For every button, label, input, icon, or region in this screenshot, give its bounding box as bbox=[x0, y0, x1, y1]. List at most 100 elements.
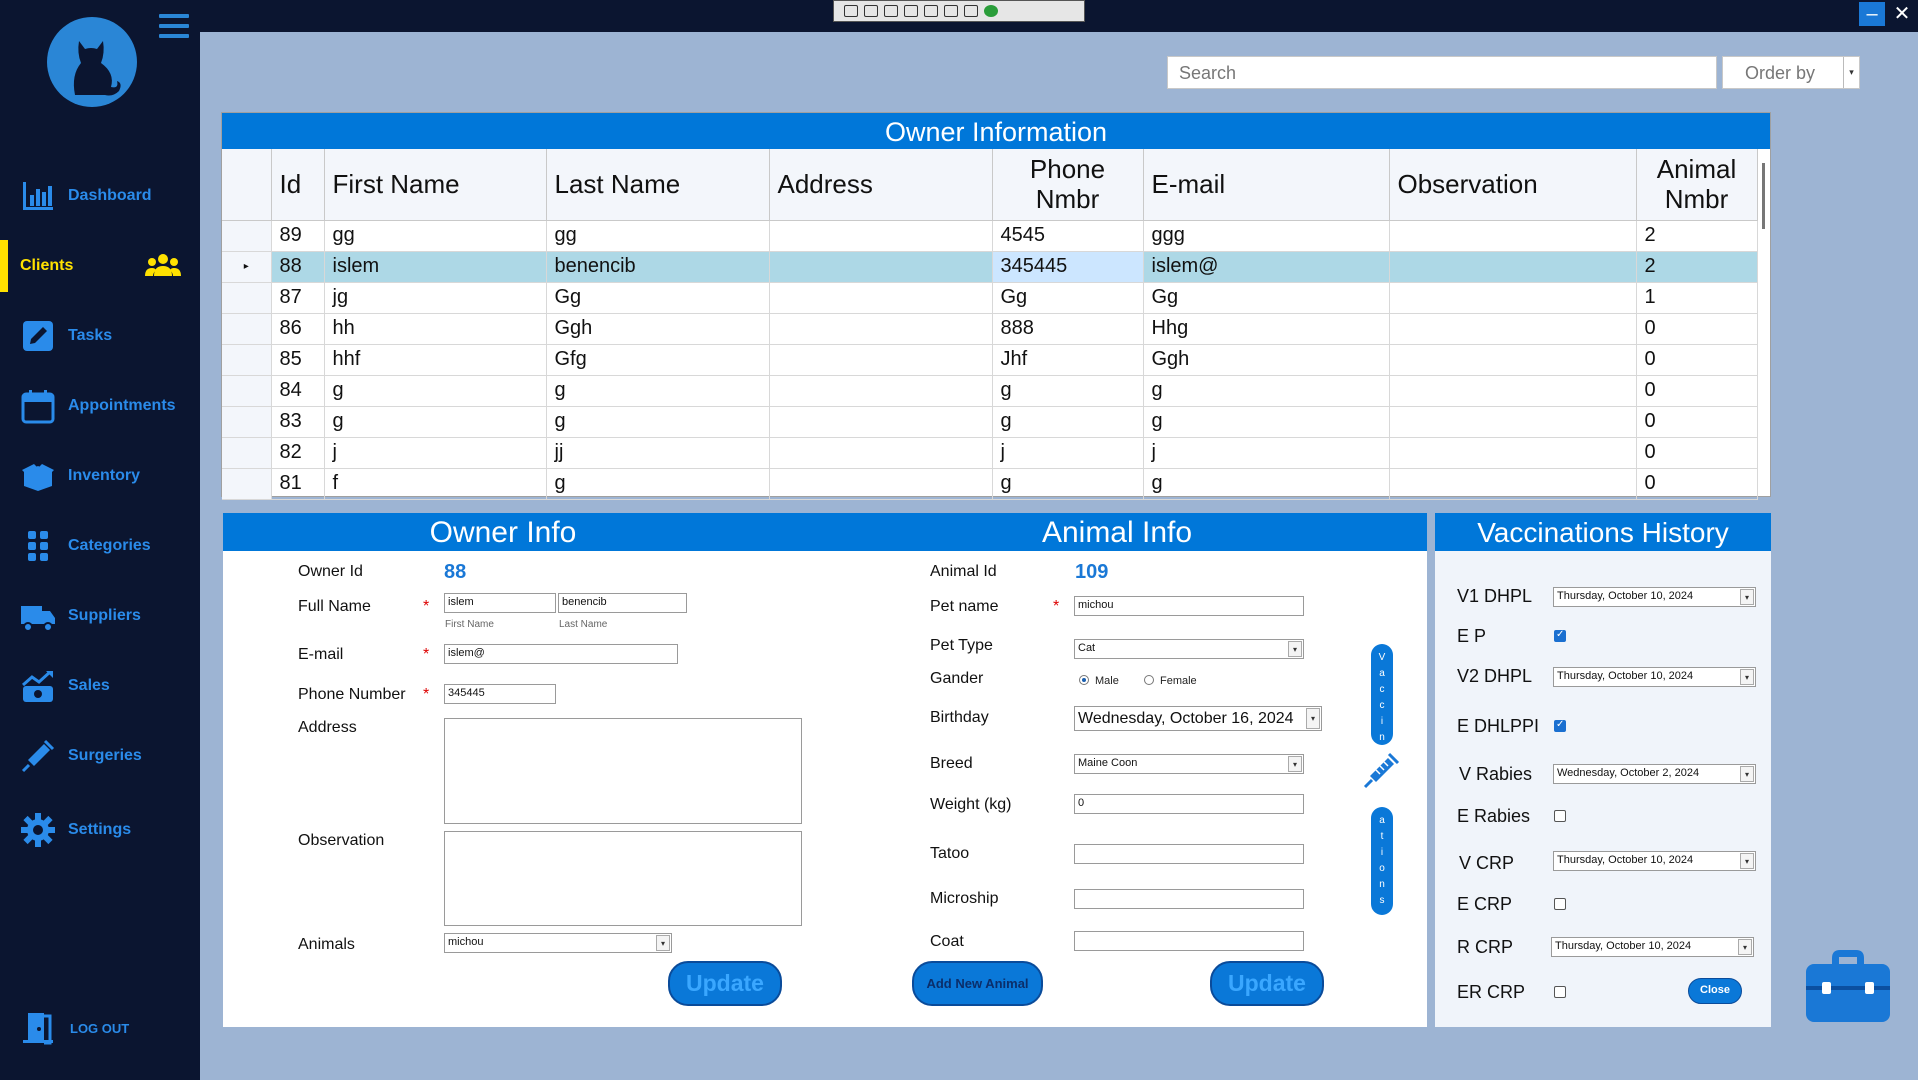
table-scrollbar[interactable] bbox=[1762, 163, 1765, 229]
table-row[interactable]: 89 gg gg 4545 ggg 2 bbox=[222, 220, 1758, 252]
column-header[interactable]: First Name bbox=[324, 149, 547, 221]
table-cell[interactable]: gg bbox=[324, 220, 547, 252]
table-cell[interactable]: islem@ bbox=[1143, 251, 1390, 283]
table-cell[interactable]: g bbox=[992, 468, 1144, 500]
table-cell[interactable]: Gg bbox=[546, 282, 770, 314]
table-row[interactable]: 86 hh Ggh 888 Hhg 0 bbox=[222, 313, 1758, 345]
sidebar-item-inventory[interactable]: Inventory bbox=[0, 450, 200, 502]
check-icon[interactable] bbox=[984, 5, 998, 17]
row-header[interactable] bbox=[222, 344, 272, 376]
minimize-button[interactable]: – bbox=[1859, 2, 1885, 26]
table-cell[interactable]: jg bbox=[324, 282, 547, 314]
table-row[interactable]: 81 f g g g 0 bbox=[222, 468, 1758, 500]
column-header[interactable]: Id bbox=[271, 149, 325, 221]
chevron-down-icon[interactable]: ▾ bbox=[1740, 766, 1754, 782]
animal-update-button[interactable]: Update bbox=[1210, 961, 1324, 1006]
sidebar-item-suppliers[interactable]: Suppliers bbox=[0, 590, 200, 642]
table-row[interactable]: ▸ 88 islem benencib 345445 islem@ 2 bbox=[222, 251, 1758, 283]
table-row[interactable]: 83 g g g g 0 bbox=[222, 406, 1758, 438]
table-cell[interactable]: 88 bbox=[271, 251, 325, 283]
table-cell[interactable]: Gg bbox=[992, 282, 1144, 314]
table-cell[interactable]: g bbox=[324, 375, 547, 407]
table-row[interactable]: 85 hhf Gfg Jhf Ggh 0 bbox=[222, 344, 1758, 376]
row-header[interactable] bbox=[222, 313, 272, 345]
toolbar-icon[interactable] bbox=[964, 5, 978, 17]
email-input[interactable]: islem@ bbox=[444, 644, 678, 664]
table-cell[interactable] bbox=[769, 313, 993, 345]
sidebar-item-tasks[interactable]: Tasks bbox=[0, 310, 200, 362]
table-cell[interactable] bbox=[1389, 437, 1637, 469]
table-cell[interactable]: jj bbox=[546, 437, 770, 469]
table-cell[interactable]: g bbox=[546, 375, 770, 407]
toolbar-icon[interactable] bbox=[904, 5, 918, 17]
table-cell[interactable]: Gfg bbox=[546, 344, 770, 376]
column-header[interactable]: Phone Nmbr bbox=[992, 149, 1144, 221]
table-cell[interactable] bbox=[1389, 375, 1637, 407]
v-crp-datepicker[interactable]: Thursday, October 10, 2024 ▾ bbox=[1553, 851, 1756, 871]
breed-dropdown[interactable]: Maine Coon ▾ bbox=[1074, 754, 1304, 774]
table-cell[interactable]: g bbox=[324, 406, 547, 438]
toolbar-icon[interactable] bbox=[844, 5, 858, 17]
table-cell[interactable]: j bbox=[324, 437, 547, 469]
owner-grid[interactable]: Id First Name Last Name Address Phone Nm… bbox=[222, 149, 1758, 500]
chevron-down-icon[interactable]: ▾ bbox=[656, 935, 670, 951]
table-cell[interactable]: 2 bbox=[1636, 220, 1758, 252]
table-cell[interactable]: gg bbox=[546, 220, 770, 252]
toolbar-icon[interactable] bbox=[884, 5, 898, 17]
sidebar-item-appointments[interactable]: Appointments bbox=[0, 380, 200, 432]
table-cell[interactable]: 85 bbox=[271, 344, 325, 376]
table-cell[interactable]: 0 bbox=[1636, 406, 1758, 438]
female-radio[interactable]: Female bbox=[1144, 675, 1197, 687]
table-cell[interactable]: 4545 bbox=[992, 220, 1144, 252]
vaccinations-tab-top[interactable]: Vaccin bbox=[1371, 644, 1393, 745]
table-cell[interactable]: Ggh bbox=[546, 313, 770, 345]
row-header[interactable] bbox=[222, 220, 272, 252]
table-cell[interactable] bbox=[769, 282, 993, 314]
er-crp-checkbox[interactable] bbox=[1554, 986, 1566, 998]
address-textarea[interactable] bbox=[444, 718, 802, 824]
table-cell[interactable]: 86 bbox=[271, 313, 325, 345]
menu-icon[interactable] bbox=[159, 14, 189, 40]
table-cell[interactable]: 81 bbox=[271, 468, 325, 500]
table-cell[interactable] bbox=[769, 375, 993, 407]
row-header[interactable] bbox=[222, 437, 272, 469]
table-cell[interactable]: j bbox=[1143, 437, 1390, 469]
table-cell[interactable]: 0 bbox=[1636, 468, 1758, 500]
table-cell[interactable]: 0 bbox=[1636, 344, 1758, 376]
table-cell[interactable]: 82 bbox=[271, 437, 325, 469]
e-crp-checkbox[interactable] bbox=[1554, 898, 1566, 910]
chevron-down-icon[interactable]: ▾ bbox=[1738, 939, 1752, 955]
syringe-icon[interactable] bbox=[1362, 750, 1402, 790]
close-window-button[interactable]: ✕ bbox=[1889, 2, 1915, 26]
table-row[interactable]: 82 j jj j j 0 bbox=[222, 437, 1758, 469]
table-cell[interactable]: hhf bbox=[324, 344, 547, 376]
table-cell[interactable]: 345445 bbox=[992, 251, 1144, 283]
chevron-down-icon[interactable]: ▾ bbox=[1740, 589, 1754, 605]
column-header[interactable]: Animal Nmbr bbox=[1636, 149, 1758, 221]
table-cell[interactable] bbox=[1389, 251, 1637, 283]
column-header[interactable]: Address bbox=[769, 149, 993, 221]
chevron-down-icon[interactable]: ▾ bbox=[1288, 756, 1302, 772]
phone-input[interactable]: 345445 bbox=[444, 684, 556, 704]
table-cell[interactable] bbox=[769, 344, 993, 376]
column-header[interactable]: Observation bbox=[1389, 149, 1637, 221]
debug-toolbar[interactable] bbox=[833, 0, 1085, 22]
v-rabies-datepicker[interactable]: Wednesday, October 2, 2024 ▾ bbox=[1553, 764, 1756, 784]
chevron-down-icon[interactable]: ▾ bbox=[1306, 708, 1320, 729]
coat-input[interactable] bbox=[1074, 931, 1304, 951]
row-header[interactable] bbox=[222, 406, 272, 438]
table-cell[interactable]: ggg bbox=[1143, 220, 1390, 252]
sidebar-item-dashboard[interactable]: Dashboard bbox=[0, 170, 200, 222]
e-rabies-checkbox[interactable] bbox=[1554, 810, 1566, 822]
column-header[interactable]: Last Name bbox=[546, 149, 770, 221]
table-cell[interactable]: islem bbox=[324, 251, 547, 283]
table-cell[interactable]: 0 bbox=[1636, 375, 1758, 407]
owner-update-button[interactable]: Update bbox=[668, 961, 782, 1006]
vaccinations-tab-bottom[interactable]: ations bbox=[1371, 807, 1393, 915]
e-dhlppi-checkbox[interactable] bbox=[1554, 719, 1566, 732]
order-by-dropdown[interactable]: Order by ▾ bbox=[1722, 56, 1860, 89]
table-cell[interactable]: g bbox=[1143, 375, 1390, 407]
male-radio[interactable]: Male bbox=[1079, 675, 1119, 687]
table-cell[interactable] bbox=[1389, 406, 1637, 438]
table-cell[interactable]: benencib bbox=[546, 251, 770, 283]
